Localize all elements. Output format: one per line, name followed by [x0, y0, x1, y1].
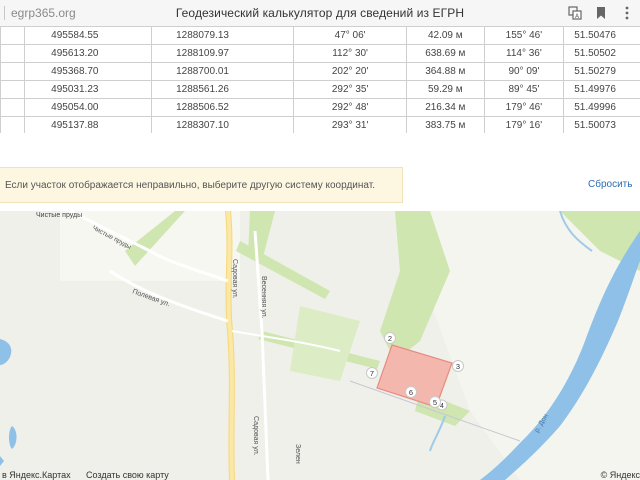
label-sadovaya-2: Садовая ул.: [252, 416, 259, 456]
table-cell-c5: 114° 36': [483, 44, 565, 63]
table-cell-c1: 495584.55: [24, 26, 153, 45]
table-row: 495137.88 1288307.10 293° 31' 383.75 м 179° …: [0, 116, 640, 133]
table-cell-c1: 495031.23: [24, 80, 153, 99]
translate-icon[interactable]: A: [566, 4, 584, 22]
table-cell-c5: 179° 46': [483, 98, 565, 117]
table-cell-c2: 1288307.10: [151, 116, 295, 133]
table-cell-c2: 1288506.52: [151, 98, 295, 117]
label-ponds: Чистые пруды: [36, 212, 82, 219]
notice-text: Если участок отображается неправильно, в…: [5, 179, 375, 191]
vertex-marker-5: 5: [429, 396, 441, 408]
label-vesennyaya: Весенняя ул.: [260, 276, 267, 319]
table-cell-c5: 179° 16': [483, 116, 565, 133]
table-cell-c5: 89° 45': [483, 80, 565, 99]
table-cell-c4: 364.88 м: [406, 62, 485, 81]
table-row: 495584.55 1288079.13 47° 06' 42.09 м 155° 46…: [0, 26, 640, 45]
bookmark-icon[interactable]: [592, 4, 610, 22]
vertex-label-5: 5: [433, 398, 437, 407]
table-cell-c5: 155° 46': [483, 26, 565, 45]
table-cell-index: [0, 80, 26, 99]
table-cell-c6: 51.50279: [563, 62, 640, 81]
table-cell-c6: 51.50476: [563, 26, 640, 45]
create-map-link[interactable]: Создать свою карту: [86, 470, 169, 480]
open-in-yandex-link[interactable]: в Яндекс.Картах: [2, 470, 71, 480]
table-cell-c2: 1288700.01: [151, 62, 295, 81]
map-view[interactable]: Чистые пруды Чистые пруды Полевая ул. Са…: [0, 211, 640, 480]
vertex-marker-2: 2: [384, 332, 396, 344]
table-cell-c3: 293° 31': [293, 116, 408, 133]
table-cell-c1: 495137.88: [24, 116, 153, 133]
table-cell-c6: 51.50073: [563, 116, 640, 133]
table-row: 495368.70 1288700.01 202° 20' 364.88 м 90° 0…: [0, 62, 640, 81]
table-cell-c3: 292° 48': [293, 98, 408, 117]
table-cell-index: [0, 116, 26, 133]
table-cell-c4: 383.75 м: [406, 116, 485, 133]
table-cell-c3: 112° 30': [293, 44, 408, 63]
table-cell-index: [0, 98, 26, 117]
table-cell-c6: 51.50502: [563, 44, 640, 63]
vertex-label-6: 6: [409, 388, 413, 397]
label-sadovaya: Садовая ул.: [231, 259, 238, 299]
map-footer: в Яндекс.Картах Создать свою карту © Янд…: [0, 468, 640, 480]
vertex-label-3: 3: [456, 362, 460, 371]
table-row: 495054.00 1288506.52 292° 48' 216.34 м 179° …: [0, 98, 640, 117]
vertex-marker-6: 6: [405, 386, 417, 398]
browser-title-bar: egrp365.org Геодезический калькулятор дл…: [0, 0, 640, 27]
table-cell-c4: 59.29 м: [406, 80, 485, 99]
table-cell-c5: 90° 09': [483, 62, 565, 81]
vertex-label-7: 7: [370, 369, 374, 378]
coordinates-table: 495584.55 1288079.13 47° 06' 42.09 м 155° 46…: [0, 26, 640, 133]
table-cell-c4: 638.69 м: [406, 44, 485, 63]
vertex-label-4: 4: [440, 403, 444, 410]
table-cell-c2: 1288561.26: [151, 80, 295, 99]
map-canvas[interactable]: Чистые пруды Чистые пруды Полевая ул. Са…: [0, 211, 640, 480]
label-zelenaya: Зелен: [294, 444, 301, 464]
browser-toolbar-icons: A: [566, 4, 636, 22]
table-cell-c3: 292° 35': [293, 80, 408, 99]
table-cell-c2: 1288079.13: [151, 26, 295, 45]
table-cell-c4: 216.34 м: [406, 98, 485, 117]
table-cell-c2: 1288109.97: [151, 44, 295, 63]
page-title: Геодезический калькулятор для сведений и…: [175, 6, 465, 20]
table-row: 495031.23 1288561.26 292° 35' 59.29 м 89° 45…: [0, 80, 640, 99]
reset-link[interactable]: Сбросить: [588, 179, 632, 190]
table-cell-c3: 47° 06': [293, 26, 408, 45]
table-cell-index: [0, 62, 26, 81]
map-copyright: © Яндекс: [600, 470, 640, 480]
table-cell-c1: 495368.70: [24, 62, 153, 81]
table-cell-c1: 495054.00: [24, 98, 153, 117]
table-cell-c6: 51.49996: [563, 98, 640, 117]
table-cell-c4: 42.09 м: [406, 26, 485, 45]
table-cell-index: [0, 26, 26, 45]
table-row: 495613.20 1288109.97 112° 30' 638.69 м 114° …: [0, 44, 640, 63]
vertex-label-2: 2: [388, 334, 392, 343]
table-cell-c3: 202° 20': [293, 62, 408, 81]
coordinate-system-notice: Если участок отображается неправильно, в…: [0, 167, 403, 203]
table-cell-c1: 495613.20: [24, 44, 153, 63]
table-cell-index: [0, 44, 26, 63]
table-cell-c6: 51.49976: [563, 80, 640, 99]
vertex-marker-3: 3: [452, 360, 464, 372]
vertex-marker-7: 7: [366, 367, 378, 379]
menu-icon[interactable]: [618, 4, 636, 22]
